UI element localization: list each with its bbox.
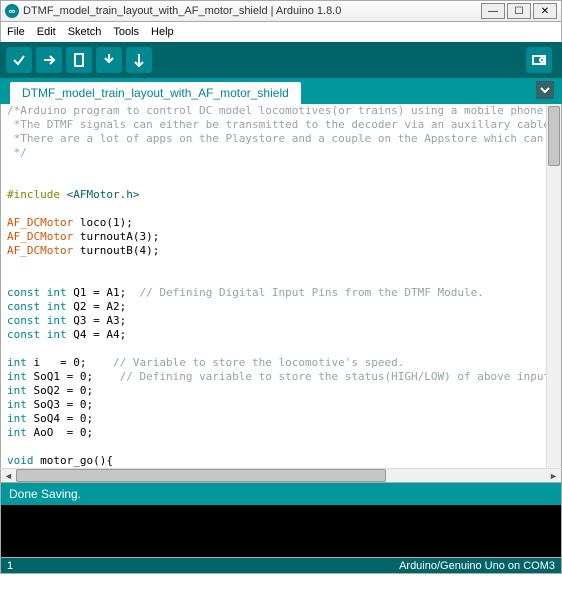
save-button[interactable] <box>126 47 152 73</box>
tab-dropdown-button[interactable] <box>536 81 554 99</box>
scroll-left-arrow[interactable]: ◄ <box>1 469 16 482</box>
status-text: Done Saving. <box>9 487 81 501</box>
minimize-button[interactable]: — <box>481 3 505 19</box>
code-line[interactable]: const int Q1 = A1; // Defining Digital I… <box>7 286 540 300</box>
code-editor[interactable]: /*Arduino program to control DC model lo… <box>1 104 546 468</box>
close-button[interactable]: ✕ <box>533 3 557 19</box>
code-line[interactable]: */ <box>7 146 540 160</box>
new-button[interactable] <box>66 47 92 73</box>
code-line[interactable]: int SoQ4 = 0; <box>7 412 540 426</box>
menu-edit[interactable]: Edit <box>37 26 56 38</box>
menu-sketch[interactable]: Sketch <box>68 26 102 38</box>
code-line[interactable]: AF_DCMotor turnoutA(3); <box>7 230 540 244</box>
code-line[interactable] <box>7 258 540 272</box>
code-line[interactable]: int AoO = 0; <box>7 426 540 440</box>
code-line[interactable]: const int Q2 = A2; <box>7 300 540 314</box>
code-line[interactable]: *There are a lot of apps on the Playstor… <box>7 132 540 146</box>
window-titlebar: ∞ DTMF_model_train_layout_with_AF_motor_… <box>0 0 562 22</box>
scrollbar-thumb[interactable] <box>548 106 560 166</box>
code-line[interactable]: int i = 0; // Variable to store the loco… <box>7 356 540 370</box>
upload-button[interactable] <box>36 47 62 73</box>
code-line[interactable] <box>7 342 540 356</box>
code-line[interactable]: AF_DCMotor turnoutB(4); <box>7 244 540 258</box>
window-title: DTMF_model_train_layout_with_AF_motor_sh… <box>23 5 481 17</box>
line-number: 1 <box>7 560 13 572</box>
code-line[interactable]: #include <AFMotor.h> <box>7 188 540 202</box>
board-port-label: Arduino/Genuino Uno on COM3 <box>399 560 555 572</box>
code-line[interactable]: const int Q3 = A3; <box>7 314 540 328</box>
code-line[interactable] <box>7 272 540 286</box>
editor-horizontal-scrollbar[interactable]: ◄ ► <box>0 468 562 483</box>
menu-tools[interactable]: Tools <box>113 26 139 38</box>
arduino-app-icon: ∞ <box>5 4 19 18</box>
code-line[interactable]: void motor_go(){ <box>7 454 540 468</box>
verify-button[interactable] <box>6 47 32 73</box>
hscroll-thumb[interactable] <box>16 469 386 482</box>
sketch-tab[interactable]: DTMF_model_train_layout_with_AF_motor_sh… <box>10 82 301 104</box>
console-output[interactable] <box>0 505 562 557</box>
tabbar: DTMF_model_train_layout_with_AF_motor_sh… <box>0 78 562 104</box>
code-line[interactable]: int SoQ1 = 0; // Defining variable to st… <box>7 370 540 384</box>
code-line[interactable] <box>7 160 540 174</box>
code-line[interactable]: int SoQ2 = 0; <box>7 384 540 398</box>
editor-vertical-scrollbar[interactable] <box>546 104 561 468</box>
menu-file[interactable]: File <box>7 26 25 38</box>
footer-bar: 1 Arduino/Genuino Uno on COM3 <box>0 557 562 574</box>
menubar: File Edit Sketch Tools Help <box>0 22 562 42</box>
open-button[interactable] <box>96 47 122 73</box>
serial-monitor-button[interactable] <box>526 47 552 73</box>
code-line[interactable]: int SoQ3 = 0; <box>7 398 540 412</box>
status-bar: Done Saving. <box>0 483 562 505</box>
code-line[interactable]: /*Arduino program to control DC model lo… <box>7 104 540 118</box>
menu-help[interactable]: Help <box>151 26 174 38</box>
scroll-right-arrow[interactable]: ► <box>546 469 561 482</box>
toolbar <box>0 42 562 78</box>
maximize-button[interactable]: ☐ <box>507 3 531 19</box>
code-line[interactable] <box>7 202 540 216</box>
code-line[interactable]: const int Q4 = A4; <box>7 328 540 342</box>
code-line[interactable] <box>7 174 540 188</box>
code-line[interactable]: *The DTMF signals can either be transmit… <box>7 118 540 132</box>
code-line[interactable]: AF_DCMotor loco(1); <box>7 216 540 230</box>
code-line[interactable] <box>7 440 540 454</box>
